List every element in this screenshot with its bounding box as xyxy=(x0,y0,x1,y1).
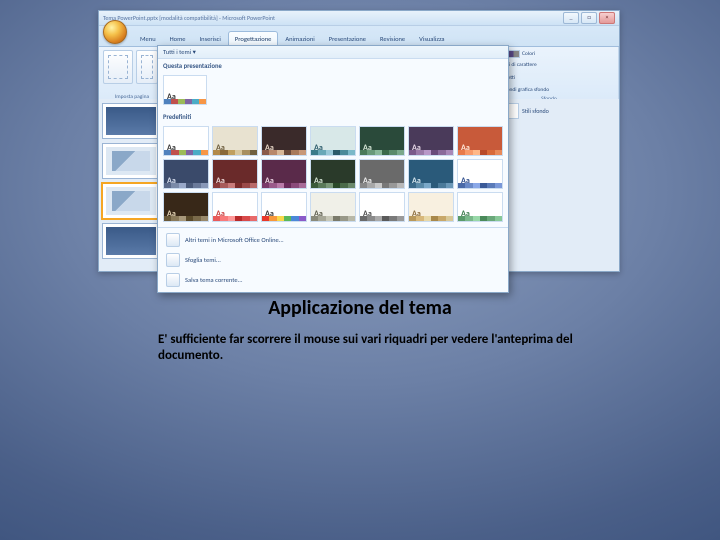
slide-thumb[interactable] xyxy=(102,223,160,259)
tab-animazioni[interactable]: Animazioni xyxy=(278,31,321,46)
slide-thumbnail-rail xyxy=(99,99,164,271)
gallery-theme-cell[interactable]: Aa xyxy=(408,159,454,189)
gallery-theme-cell[interactable]: Aa xyxy=(457,192,503,222)
gallery-more-online[interactable]: Altri temi in Microsoft Office Online... xyxy=(158,230,508,250)
gallery-theme-cell[interactable]: Aa xyxy=(310,126,356,156)
slide-body-text: E' sufficiente far scorrere il mouse sui… xyxy=(158,332,578,365)
orientation-icon[interactable] xyxy=(136,50,158,84)
tab-home[interactable]: Home xyxy=(163,31,193,46)
gallery-theme-cell[interactable]: Aa xyxy=(163,126,209,156)
minimize-button[interactable]: _ xyxy=(563,12,579,24)
gallery-theme-cell[interactable]: Aa xyxy=(457,159,503,189)
gallery-theme-cell[interactable]: Aa xyxy=(163,159,209,189)
tab-revisione[interactable]: Revisione xyxy=(373,31,412,46)
tab-visualizza[interactable]: Visualizza xyxy=(412,31,451,46)
gallery-builtin-grid: AaAaAaAaAaAaAaAaAaAaAaAaAaAaAaAaAaAaAaAa… xyxy=(158,123,508,227)
tab-presentazione[interactable]: Presentazione xyxy=(322,31,373,46)
gallery-header[interactable]: Tutti i temi ▾ xyxy=(158,46,508,59)
theme-gallery-dropdown: Tutti i temi ▾ Questa presentazione Aa P… xyxy=(157,45,509,293)
page-setup-icon[interactable] xyxy=(103,50,133,84)
gallery-theme-cell[interactable]: Aa xyxy=(212,126,258,156)
gallery-save-theme[interactable]: Salva tema corrente... xyxy=(158,270,508,290)
gallery-theme-cell[interactable]: Aa xyxy=(310,159,356,189)
gallery-current-grid: Aa xyxy=(158,72,508,110)
gallery-theme-cell[interactable]: Aa xyxy=(212,159,258,189)
gallery-footer: Altri temi in Microsoft Office Online...… xyxy=(158,227,508,292)
ribbon-tab-row: MenuHomeInserisciProgettazioneAnimazioni… xyxy=(99,26,619,47)
slide-thumb[interactable] xyxy=(102,143,160,179)
online-icon xyxy=(166,233,180,247)
gallery-browse-themes[interactable]: Sfoglia temi... xyxy=(158,250,508,270)
gallery-theme-cell[interactable]: Aa xyxy=(163,192,209,222)
tab-menu[interactable]: Menu xyxy=(133,31,163,46)
office-button-icon[interactable] xyxy=(103,20,127,44)
slide-heading: Applicazione del tema xyxy=(0,296,720,320)
gallery-theme-cell[interactable]: Aa xyxy=(261,126,307,156)
gallery-theme-cell[interactable]: Aa xyxy=(261,192,307,222)
tab-inserisci[interactable]: Inserisci xyxy=(193,31,228,46)
tab-progettazione[interactable]: Progettazione xyxy=(228,31,278,46)
gallery-theme-cell[interactable]: Aa xyxy=(359,192,405,222)
ribbon-group-page-setup: Imposta pagina xyxy=(99,47,166,101)
gallery-theme-cell[interactable]: Aa xyxy=(359,159,405,189)
gallery-section-builtin: Predefiniti xyxy=(158,110,508,123)
gallery-theme-cell[interactable]: Aa xyxy=(212,192,258,222)
bg-styles-row[interactable]: Stili sfondo xyxy=(503,103,615,119)
gallery-section-current: Questa presentazione xyxy=(158,59,508,72)
close-button[interactable]: × xyxy=(599,12,615,24)
gallery-theme-cell[interactable]: Aa xyxy=(457,126,503,156)
gallery-theme-cell[interactable]: Aa xyxy=(163,75,207,105)
task-pane: Stili sfondo xyxy=(498,99,619,271)
slide-thumb[interactable] xyxy=(102,103,160,139)
folder-icon xyxy=(166,253,180,267)
embedded-screenshot: Tema PowerPoint.pptx [modalità compatibi… xyxy=(98,10,620,272)
gallery-theme-cell[interactable]: Aa xyxy=(359,126,405,156)
window-titlebar: Tema PowerPoint.pptx [modalità compatibi… xyxy=(99,11,619,26)
slide-background: Tema PowerPoint.pptx [modalità compatibi… xyxy=(0,0,720,540)
window-title: Tema PowerPoint.pptx [modalità compatibi… xyxy=(103,14,275,22)
gallery-theme-cell[interactable]: Aa xyxy=(408,126,454,156)
gallery-theme-cell[interactable]: Aa xyxy=(310,192,356,222)
save-icon xyxy=(166,273,180,287)
gallery-theme-cell[interactable]: Aa xyxy=(261,159,307,189)
slide-thumb[interactable] xyxy=(102,183,160,219)
gallery-theme-cell[interactable]: Aa xyxy=(408,192,454,222)
window-controls: _ □ × xyxy=(563,12,615,24)
maximize-button[interactable]: □ xyxy=(581,12,597,24)
